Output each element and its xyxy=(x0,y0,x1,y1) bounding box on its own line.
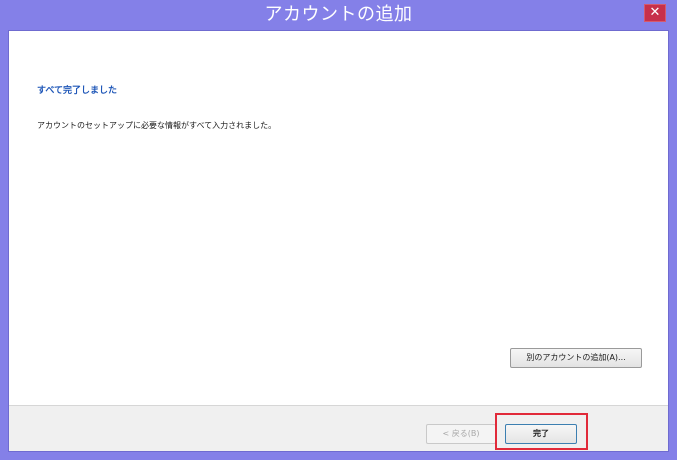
wizard-footer: < 戻る(B) 完了 xyxy=(9,405,668,451)
close-button[interactable]: ✕ xyxy=(644,4,666,22)
title-bar[interactable]: アカウントの追加 ✕ xyxy=(0,0,677,30)
completion-heading: すべて完了しました xyxy=(37,86,118,96)
add-another-account-button[interactable]: 別のアカウントの追加(A)... xyxy=(510,348,642,368)
wizard-content: すべて完了しました アカウントのセットアップに必要な情報がすべて入力されました。… xyxy=(8,30,669,452)
window-title: アカウントの追加 xyxy=(264,4,413,25)
completion-message: アカウントのセットアップに必要な情報がすべて入力されました。 xyxy=(37,121,277,130)
finish-button[interactable]: 完了 xyxy=(505,424,577,444)
add-account-window: アカウントの追加 ✕ すべて完了しました アカウントのセットアップに必要な情報が… xyxy=(0,0,677,460)
close-icon: ✕ xyxy=(649,5,661,20)
back-button[interactable]: < 戻る(B) xyxy=(426,424,496,444)
